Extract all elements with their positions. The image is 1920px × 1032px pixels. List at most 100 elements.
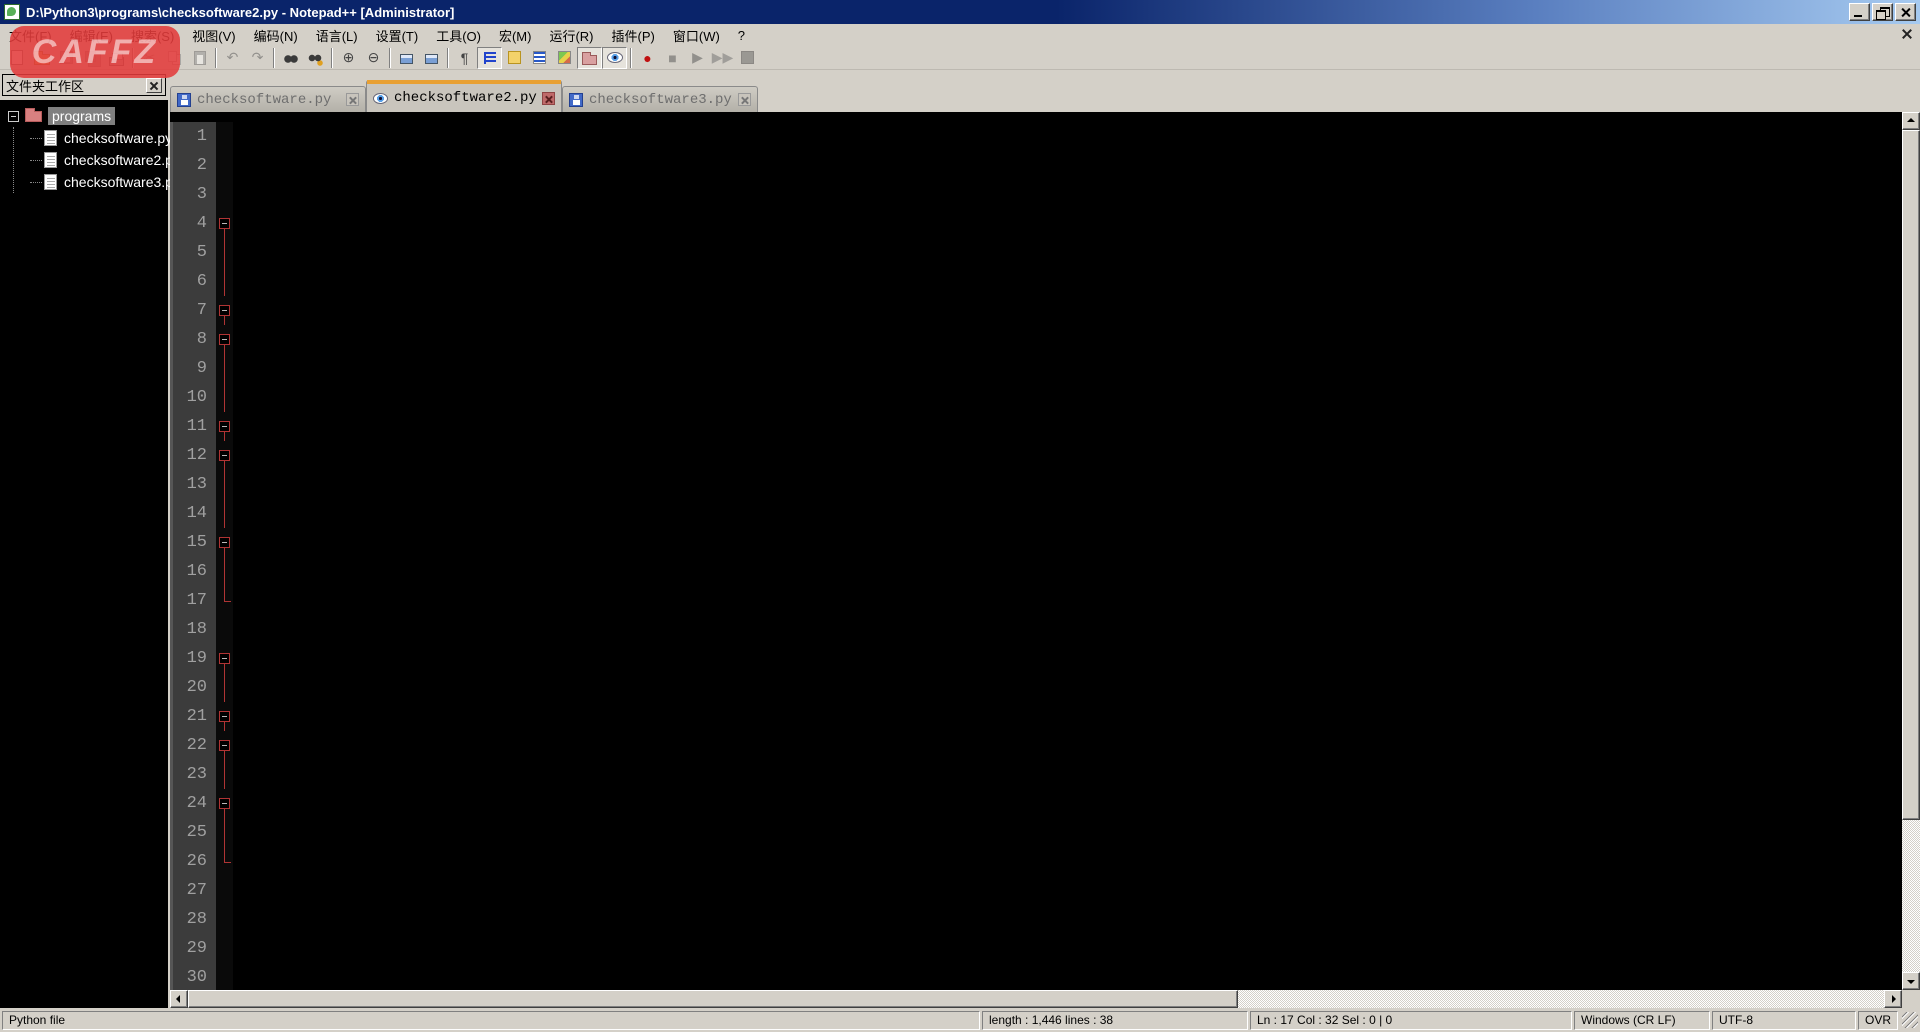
line-number: 18 (170, 615, 216, 644)
tab-close-icon[interactable] (346, 93, 359, 106)
tab-close-icon[interactable] (738, 93, 751, 106)
folder-as-workspace-button[interactable] (577, 47, 602, 69)
function-list-button[interactable] (527, 47, 552, 69)
fold-collapse-icon[interactable] (219, 537, 230, 548)
collapse-icon[interactable] (8, 111, 19, 122)
menu-item-window[interactable]: 窗口(W) (664, 24, 729, 47)
scroll-right-button[interactable] (1884, 990, 1902, 1008)
fold-collapse-icon[interactable] (219, 740, 230, 751)
menu-item-tools[interactable]: 工具(O) (427, 24, 490, 47)
editor-line: 12 (170, 441, 1902, 470)
fold-collapse-icon[interactable] (219, 711, 230, 722)
macro-save-button[interactable] (735, 47, 760, 69)
fold-margin (216, 122, 233, 151)
fold-line (224, 229, 225, 238)
tree-connector (30, 138, 42, 139)
tab-checksoftware.py[interactable]: checksoftware.py (170, 86, 366, 112)
editor-line: 23 (170, 760, 1902, 789)
fold-margin[interactable] (216, 325, 233, 354)
tree-file-item[interactable]: checksoftware2.py (30, 149, 168, 171)
fold-collapse-icon[interactable] (219, 450, 230, 461)
fold-margin (216, 615, 233, 644)
zoom-out-button[interactable]: ⊖ (361, 47, 386, 69)
document-map-icon (558, 51, 571, 64)
find-button[interactable] (278, 47, 303, 69)
scroll-left-button[interactable] (170, 990, 188, 1008)
scroll-up-button[interactable] (1902, 112, 1920, 130)
sync-vertical-scroll-button[interactable] (394, 47, 419, 69)
fold-collapse-icon[interactable] (219, 305, 230, 316)
tab-checksoftware3.py[interactable]: checksoftware3.py (562, 86, 758, 112)
code-editor[interactable]: 1234567891011121314151617181920212223242… (170, 112, 1902, 990)
tree-file-item[interactable]: checksoftware.py (30, 127, 168, 149)
vertical-scroll-thumb[interactable] (1902, 130, 1920, 820)
fold-margin[interactable] (216, 296, 233, 325)
zoom-in-icon: ⊕ (343, 49, 355, 66)
fold-margin[interactable] (216, 209, 233, 238)
tab-checksoftware2.py[interactable]: checksoftware2.py (366, 80, 562, 112)
notepadpp-icon (4, 4, 20, 20)
undo-button[interactable]: ↶ (220, 47, 245, 69)
line-number: 15 (170, 528, 216, 557)
horizontal-scrollbar[interactable] (170, 990, 1902, 1008)
fold-collapse-icon[interactable] (219, 798, 230, 809)
fold-collapse-icon[interactable] (219, 334, 230, 345)
menu-item-view[interactable]: 视图(V) (183, 24, 244, 47)
fold-margin[interactable] (216, 731, 233, 760)
fold-margin[interactable] (216, 644, 233, 673)
replace-button[interactable] (303, 47, 328, 69)
paste-button[interactable] (187, 47, 212, 69)
tree-connector-line (13, 127, 14, 193)
word-wrap-button[interactable] (502, 47, 527, 69)
menu-item-language[interactable]: 语言(L) (307, 24, 367, 47)
macro-run-multiple-button[interactable]: ▶▶ (710, 47, 735, 69)
tree-connector (30, 182, 42, 183)
tree-file-item[interactable]: checksoftware3.py (30, 171, 168, 193)
zoom-in-button[interactable]: ⊕ (336, 47, 361, 69)
menu-item-encoding[interactable]: 编码(N) (245, 24, 307, 47)
show-all-characters-button[interactable]: ¶ (452, 47, 477, 69)
minimize-button[interactable] (1849, 3, 1870, 21)
status-typing-mode[interactable]: OVR (1858, 1011, 1898, 1030)
menu-item-run[interactable]: 运行(R) (540, 24, 602, 47)
indent-guide-button[interactable] (477, 47, 502, 69)
scroll-down-button[interactable] (1902, 972, 1920, 990)
watermark-overlay: CAFFZ (10, 26, 180, 78)
tab-label: checksoftware.py (197, 92, 346, 108)
fold-margin[interactable] (216, 528, 233, 557)
fold-margin[interactable] (216, 441, 233, 470)
resize-grip[interactable] (1902, 1012, 1918, 1028)
fold-collapse-icon[interactable] (219, 218, 230, 229)
fold-line-end (224, 862, 231, 863)
menu-item-macro[interactable]: 宏(M) (490, 24, 541, 47)
line-number: 5 (170, 238, 216, 267)
macro-stop-button[interactable]: ■ (660, 47, 685, 69)
fold-collapse-icon[interactable] (219, 421, 230, 432)
document-close-icon[interactable] (1900, 27, 1914, 41)
sync-horizontal-scroll-button[interactable] (419, 47, 444, 69)
menu-item-plugins[interactable]: 插件(P) (603, 24, 664, 47)
fold-margin[interactable] (216, 789, 233, 818)
line-number: 27 (170, 876, 216, 905)
tab-close-icon[interactable] (542, 92, 555, 105)
vertical-scrollbar[interactable] (1902, 112, 1920, 990)
fold-line-end (224, 601, 231, 602)
fold-margin[interactable] (216, 702, 233, 731)
macro-save-icon (741, 51, 754, 64)
menu-item-help[interactable]: ? (729, 26, 754, 45)
document-monitoring-button[interactable] (602, 47, 627, 69)
macro-play-button[interactable]: ▶ (685, 47, 710, 69)
panel-close-icon[interactable] (146, 78, 162, 93)
menu-item-settings[interactable]: 设置(T) (367, 24, 428, 47)
macro-record-button[interactable]: ● (635, 47, 660, 69)
fold-margin[interactable] (216, 412, 233, 441)
tree-root-row[interactable]: programs (0, 105, 168, 127)
document-map-button[interactable] (552, 47, 577, 69)
fold-line (224, 673, 225, 702)
fold-collapse-icon[interactable] (219, 653, 230, 664)
redo-button[interactable]: ↷ (245, 47, 270, 69)
horizontal-scroll-thumb[interactable] (188, 990, 1238, 1008)
close-button[interactable] (1895, 3, 1916, 21)
restore-button[interactable] (1872, 3, 1893, 21)
fold-margin (216, 673, 233, 702)
